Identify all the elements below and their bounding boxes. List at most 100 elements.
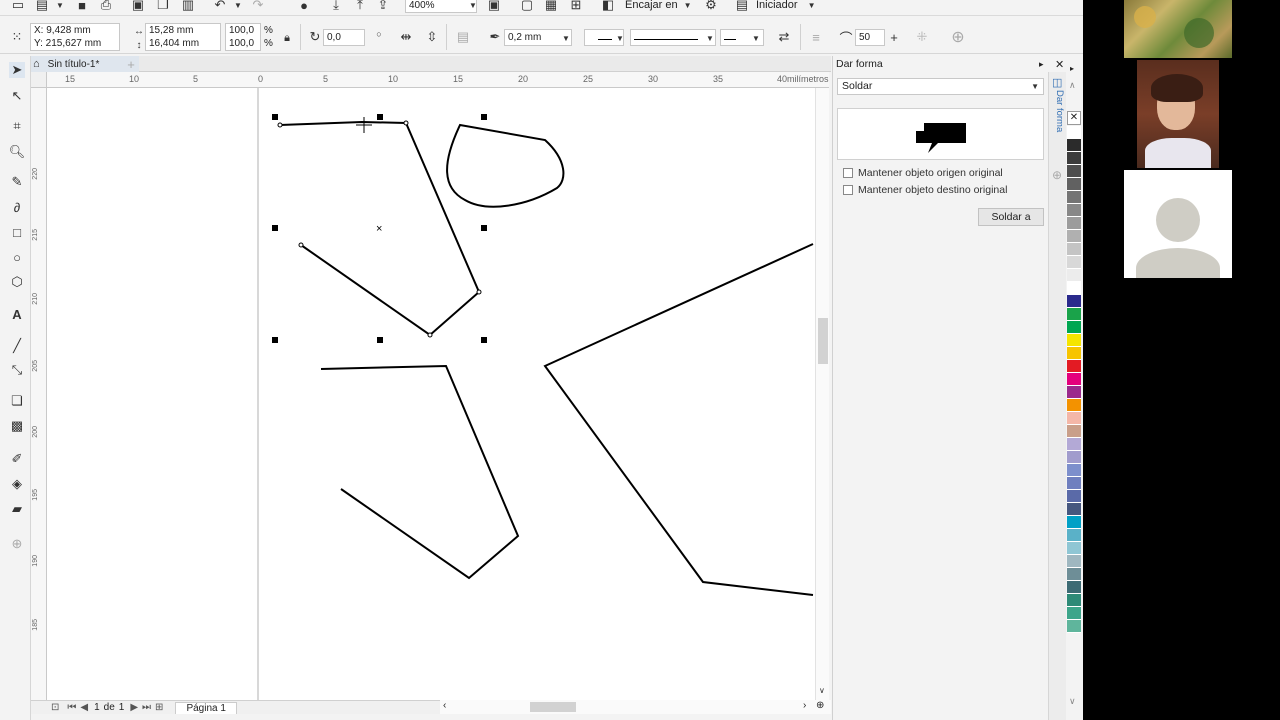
- horizontal-scrollbar[interactable]: ‹ › ⊕: [440, 700, 831, 714]
- object-origin-icon[interactable]: ⁙: [9, 29, 25, 45]
- mirror-vertical-icon[interactable]: ⇳: [424, 29, 440, 45]
- zoom-tool-icon[interactable]: 🔍︎: [9, 144, 26, 160]
- copy-icon[interactable]: ❐: [155, 0, 171, 13]
- selection-handle[interactable]: [481, 225, 487, 231]
- rectangle-tool-icon[interactable]: □: [9, 224, 25, 240]
- color-swatch[interactable]: [1067, 204, 1081, 217]
- reverse-direction-icon[interactable]: ⇄: [776, 29, 792, 45]
- connector-tool-icon[interactable]: ⤡: [9, 362, 25, 378]
- color-palette[interactable]: [1066, 126, 1082, 633]
- add-tool-icon[interactable]: ⊕: [9, 536, 25, 552]
- chevron-down-icon[interactable]: ∨: [819, 686, 825, 695]
- node[interactable]: [298, 242, 304, 248]
- color-swatch[interactable]: [1067, 490, 1081, 503]
- selection-handle[interactable]: [481, 337, 487, 343]
- page-tab[interactable]: Página 1: [175, 701, 237, 714]
- color-swatch[interactable]: [1067, 581, 1081, 594]
- keep-target-option[interactable]: Mantener objeto destino original: [843, 184, 1007, 196]
- color-swatch[interactable]: [1067, 243, 1081, 256]
- dimension-tool-icon[interactable]: ╱: [9, 338, 25, 354]
- color-swatch[interactable]: [1067, 464, 1081, 477]
- selection-handle[interactable]: [272, 225, 278, 231]
- interactive-fill-icon[interactable]: ◈: [9, 476, 25, 492]
- color-swatch[interactable]: [1067, 230, 1081, 243]
- text-tool-icon[interactable]: A: [9, 306, 25, 322]
- rotation-angle-field[interactable]: 0,0: [323, 29, 365, 46]
- scale-fields[interactable]: 100,0 100,0: [225, 23, 261, 51]
- color-swatch[interactable]: [1067, 217, 1081, 230]
- color-swatch[interactable]: [1067, 568, 1081, 581]
- color-swatch[interactable]: [1067, 386, 1081, 399]
- color-swatch[interactable]: [1067, 425, 1081, 438]
- palette-scroll-up-chevron-icon[interactable]: ∧: [1069, 80, 1076, 91]
- first-page-icon[interactable]: ⏮: [67, 702, 76, 713]
- vertical-scroll-thumb[interactable]: [818, 318, 828, 364]
- chevron-down-icon[interactable]: ▼: [558, 30, 574, 46]
- color-swatch[interactable]: [1067, 282, 1081, 295]
- docker-side-tab[interactable]: Dar forma: [1051, 90, 1065, 140]
- participant-video-plants[interactable]: [1124, 0, 1232, 58]
- chevron-down-icon[interactable]: ▼: [612, 30, 628, 46]
- color-swatch[interactable]: [1067, 308, 1081, 321]
- export-icon[interactable]: ⤒: [352, 0, 368, 13]
- color-swatch[interactable]: [1067, 347, 1081, 360]
- color-swatch[interactable]: [1067, 477, 1081, 490]
- docker-expand-icon[interactable]: ▸: [1039, 59, 1044, 70]
- add-page-icon[interactable]: ⊞: [155, 702, 163, 713]
- vertical-scrollbar[interactable]: ∨: [815, 88, 829, 700]
- save-icon[interactable]: ■: [74, 0, 90, 13]
- chevron-down-icon[interactable]: ▼: [748, 30, 764, 46]
- large-curve[interactable]: [543, 243, 814, 596]
- color-swatch[interactable]: [1067, 191, 1081, 204]
- horizontal-ruler[interactable]: milímetros 15 10 5 0 5 10 15 20 25 30 35 40: [47, 72, 829, 88]
- node[interactable]: [427, 332, 433, 338]
- selection-handle[interactable]: [272, 114, 278, 120]
- participant-video-woman[interactable]: [1137, 60, 1219, 168]
- launcher-icon[interactable]: ▤: [734, 0, 750, 13]
- palette-scroll-down-icon[interactable]: ∨: [1069, 696, 1076, 707]
- closed-curve[interactable]: [446, 123, 565, 208]
- keep-source-checkbox[interactable]: [843, 168, 853, 178]
- launcher-dropdown[interactable]: Iniciador ▼: [756, 0, 816, 11]
- new-document-icon[interactable]: ▭: [10, 0, 26, 13]
- node[interactable]: [277, 122, 283, 128]
- color-swatch[interactable]: [1067, 373, 1081, 386]
- close-curve-icon[interactable]: ≡: [808, 29, 824, 45]
- wrap-text-icon[interactable]: ▤: [455, 29, 471, 45]
- color-swatch[interactable]: [1067, 295, 1081, 308]
- artistic-media-icon[interactable]: ∂: [9, 199, 25, 215]
- last-page-icon[interactable]: ⏭: [142, 702, 151, 713]
- chevron-down-icon[interactable]: ▼: [52, 0, 68, 13]
- redo-icon[interactable]: ↷: [250, 0, 266, 13]
- snap-to-icon[interactable]: ◧: [600, 0, 616, 13]
- selection-handle[interactable]: [481, 114, 487, 120]
- smart-fill-icon[interactable]: ▰: [9, 501, 25, 517]
- pick-tool-icon[interactable]: ➤: [9, 62, 25, 78]
- crop-tool-icon[interactable]: ⌗: [9, 118, 25, 134]
- color-swatch[interactable]: [1067, 360, 1081, 373]
- drop-shadow-icon[interactable]: ❏: [9, 393, 25, 409]
- new-tab-icon[interactable]: +: [123, 56, 139, 72]
- color-swatch[interactable]: [1067, 412, 1081, 425]
- show-rulers-icon[interactable]: ▢: [519, 0, 535, 13]
- palette-scroll-up-icon[interactable]: ▸: [1070, 64, 1074, 73]
- no-color-swatch[interactable]: ✕: [1067, 111, 1081, 125]
- horizontal-scroll-thumb[interactable]: [530, 702, 576, 712]
- selection-handle[interactable]: [377, 337, 383, 343]
- node[interactable]: [476, 289, 482, 295]
- node[interactable]: [403, 120, 409, 126]
- scroll-right-icon[interactable]: ›: [803, 700, 806, 711]
- open-folder-icon[interactable]: ▤: [34, 0, 50, 13]
- color-swatch[interactable]: [1067, 542, 1081, 555]
- color-swatch[interactable]: [1067, 438, 1081, 451]
- selection-handle[interactable]: [377, 114, 383, 120]
- eyedropper-icon[interactable]: ✐: [9, 451, 25, 467]
- mirror-horizontal-icon[interactable]: ⇹: [398, 29, 414, 45]
- chevron-down-icon[interactable]: ▼: [230, 0, 246, 13]
- curve-copy[interactable]: [320, 364, 520, 580]
- color-swatch[interactable]: [1067, 256, 1081, 269]
- scroll-left-icon[interactable]: ‹: [443, 700, 446, 711]
- corel-connect-icon[interactable]: ●: [296, 0, 312, 13]
- print-icon[interactable]: ⎙: [98, 0, 114, 13]
- keep-target-checkbox[interactable]: [843, 185, 853, 195]
